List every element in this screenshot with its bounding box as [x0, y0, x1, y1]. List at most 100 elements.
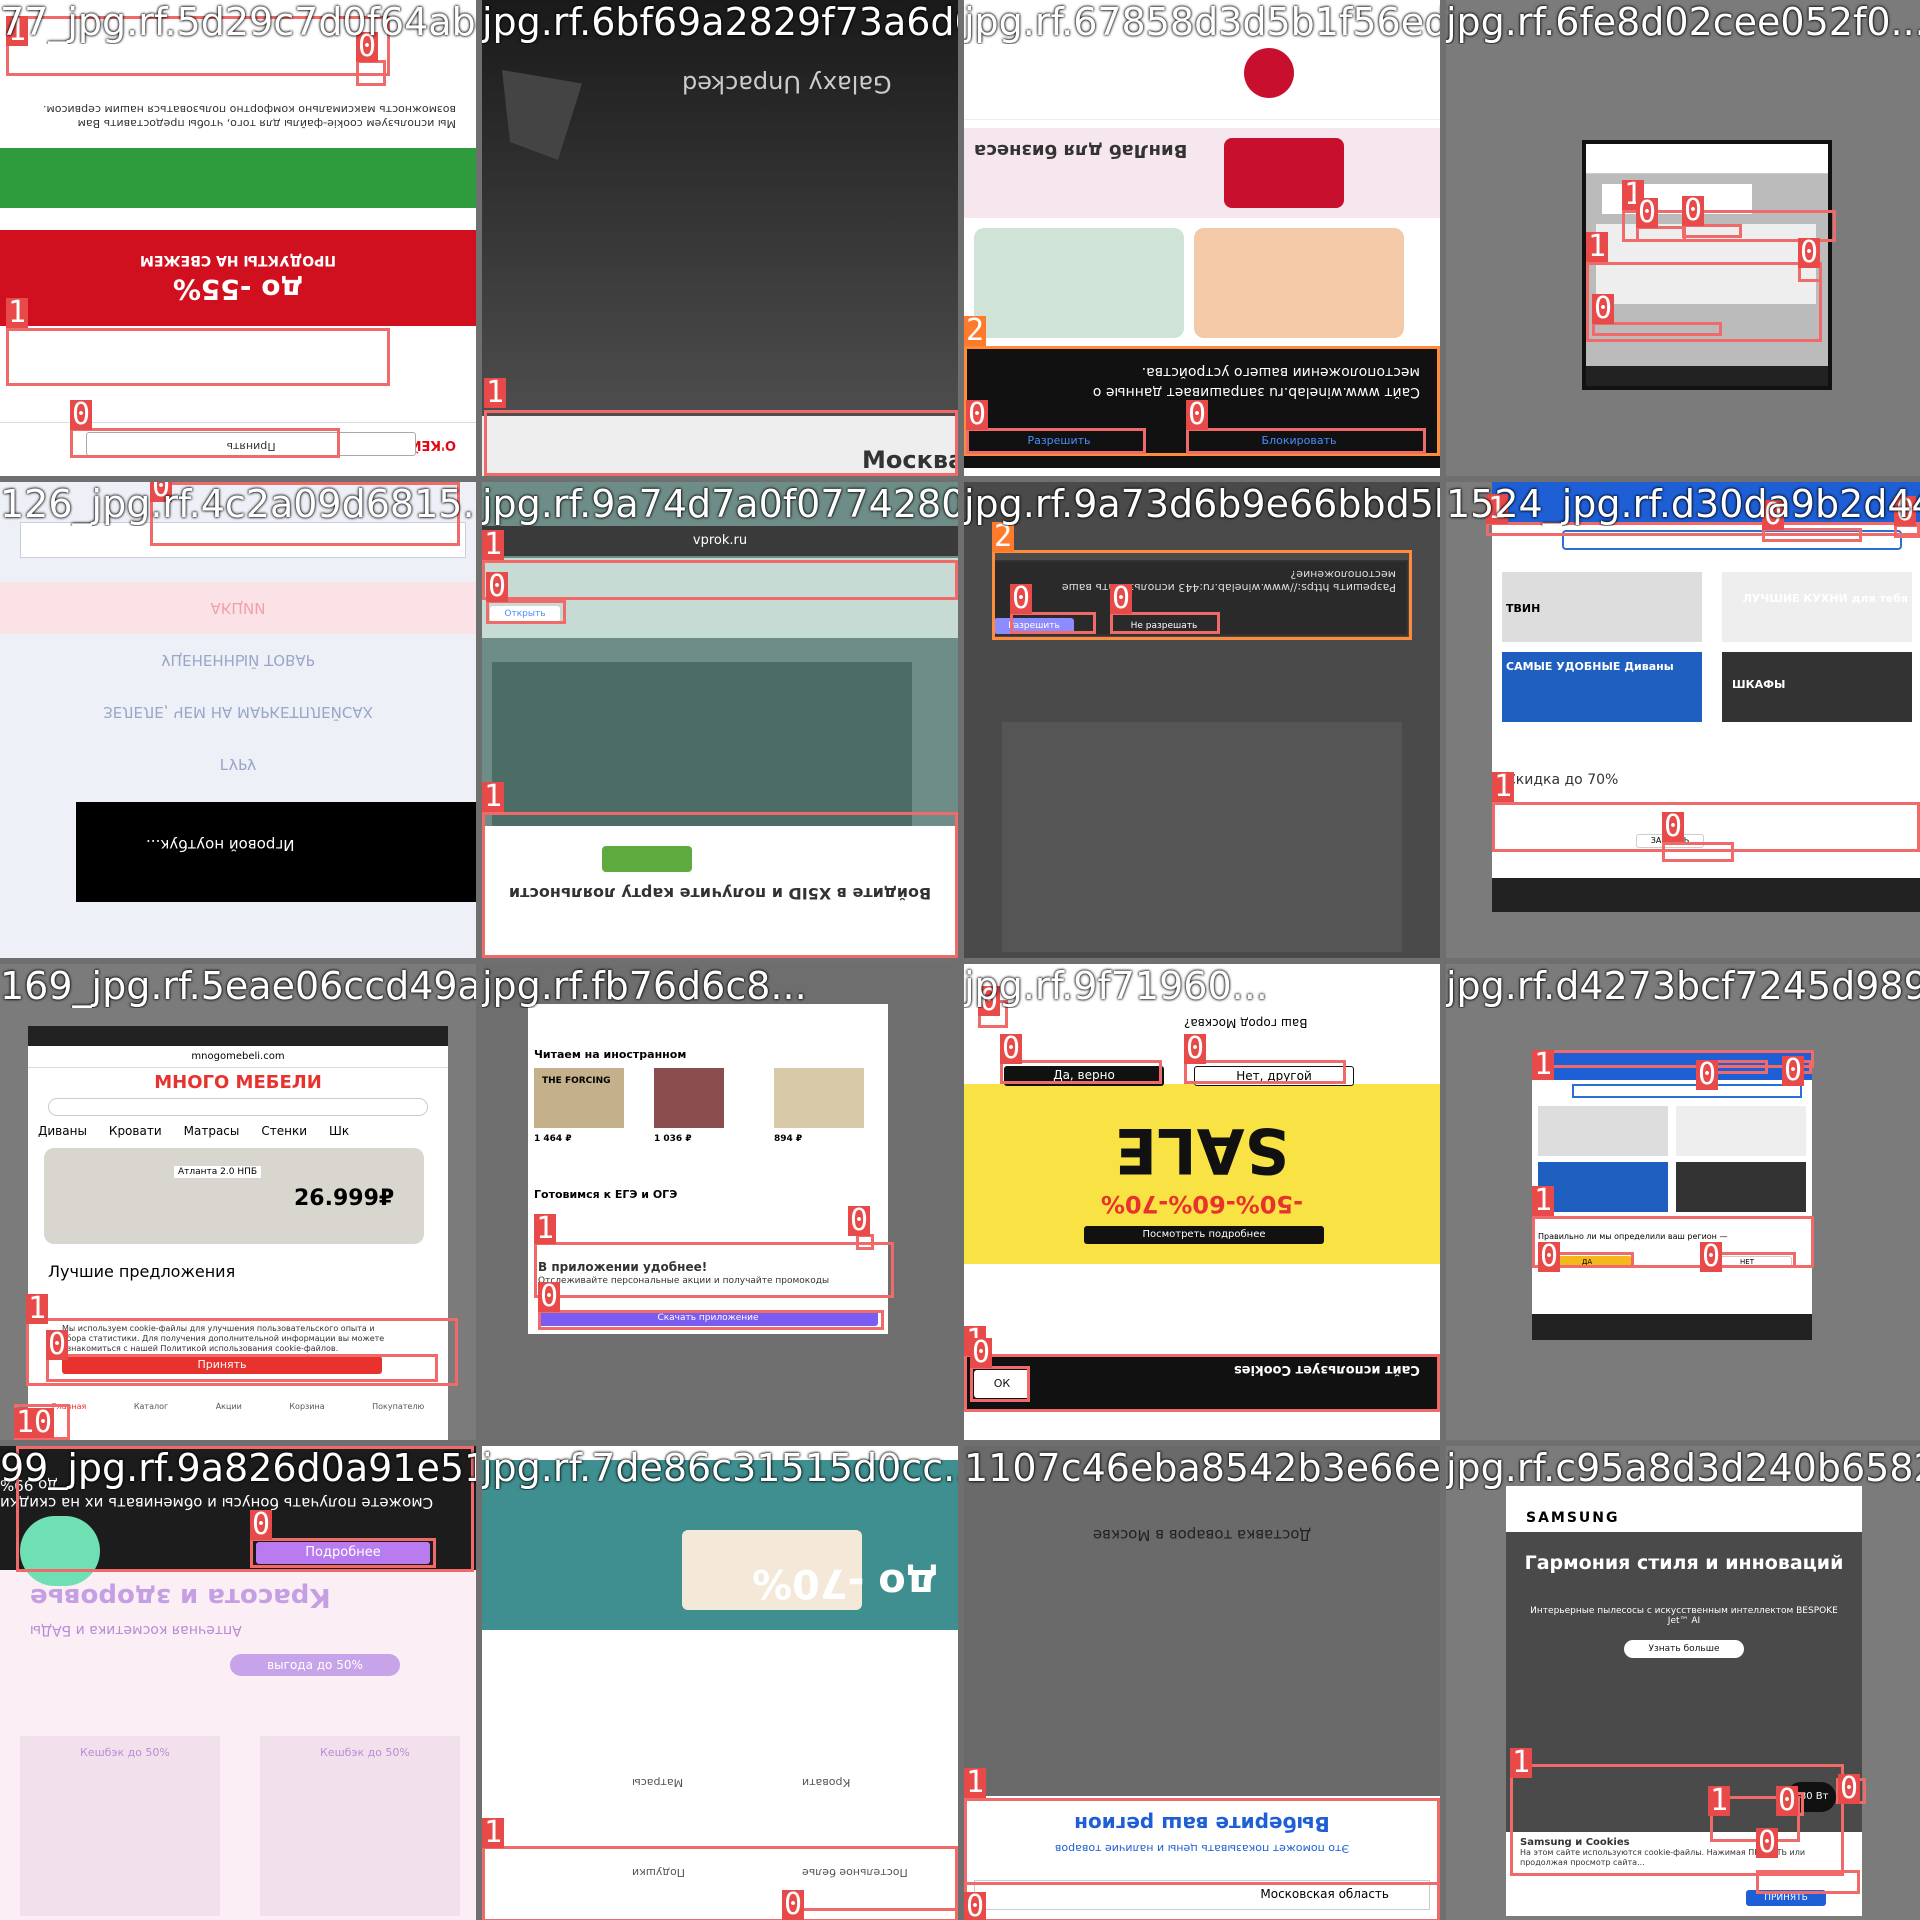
- cashback-label: Кешбэк до 50%: [80, 1746, 170, 1759]
- brands-row: [964, 1264, 1440, 1364]
- tab-item[interactable]: Покупателю: [372, 1402, 424, 1416]
- discount-badge: выгода до 50%: [230, 1654, 400, 1676]
- site-logo[interactable]: МНОГО МЕБЕЛИ: [28, 1072, 448, 1093]
- tile-11: Ваш город Москва? Да, верно Нет, другой …: [964, 964, 1440, 1440]
- book-title: THE FORCING: [542, 1076, 611, 1086]
- business-banner[interactable]: ВинЛаб для бизнеса: [964, 128, 1440, 218]
- tile-card[interactable]: [974, 228, 1184, 338]
- bbox: [1184, 1060, 1346, 1084]
- tile-card[interactable]: [1194, 228, 1404, 338]
- more-button[interactable]: Посмотреть подробнее: [1084, 1226, 1324, 1244]
- bbox-label: 0: [1592, 291, 1615, 326]
- tile-5-screen: ГУРУ ЗЕЛЕЛЕ, ЧЕМ НА МАРКЕТПЛЕЙСАХ УЦЕНЕН…: [0, 482, 476, 958]
- tile-4-name: jpg.rf.6fe8d02cee052f0...: [1446, 0, 1920, 44]
- search-input[interactable]: [48, 1098, 428, 1116]
- tile-2-screen: Galaxy Unpacked Москва: [482, 0, 958, 476]
- bbox-label: 1: [1532, 1047, 1555, 1082]
- learn-more-button[interactable]: Узнать больше: [1624, 1640, 1744, 1658]
- bbox-label: 0: [1662, 809, 1685, 844]
- book-cover[interactable]: [654, 1068, 724, 1128]
- nav-item[interactable]: Стенки: [261, 1124, 307, 1138]
- bbox: [538, 1310, 884, 1330]
- url-bar[interactable]: vprok.ru: [482, 526, 958, 556]
- tile-12: Правильно ли мы определили ваш регион — …: [1446, 964, 1920, 1440]
- menu-item[interactable]: ЗЕЛЕЛЕ, ЧЕМ НА МАРКЕТПЛЕЙСАХ: [0, 686, 476, 738]
- delivery-banner[interactable]: [0, 148, 476, 208]
- okey-brand: О'КЕЙ: [410, 437, 456, 452]
- cashback-label: Кешбэк до 50%: [320, 1746, 410, 1759]
- tab-item[interactable]: Корзина: [289, 1402, 324, 1416]
- tile-1-name: 77_jpg.rf.5d29c7d0f64ab4b6823...: [0, 0, 476, 44]
- promo-banner[interactable]: до -55% ПРОДУКТЫ НА СВЕЖЕМ: [0, 230, 476, 326]
- category-label[interactable]: Матрасы: [632, 1776, 683, 1789]
- product-card[interactable]: Кешбэк до 50%: [20, 1736, 220, 1916]
- tile-8-name: 1524_jpg.rf.d30da9b2d443507...: [1446, 482, 1920, 526]
- nav-item[interactable]: Матрасы: [184, 1124, 240, 1138]
- bbox-label: 0: [250, 1507, 273, 1542]
- nav-item[interactable]: Шк: [329, 1124, 349, 1138]
- personal-price-icon[interactable]: [1244, 48, 1294, 98]
- screenshot-mosaic: О'КЕЙ до -55% ПРОДУКТЫ НА СВЕЖЕМ Мы испо…: [0, 0, 1920, 1920]
- nav-item[interactable]: Диваны: [38, 1124, 87, 1138]
- tile-8: ТВИН ЛУЧШИЕ КУХНИ для тебя САМЫЕ УДОБНЫЕ…: [1446, 482, 1920, 958]
- tile-16-name: jpg.rf.c95a8d3d240b6582...: [1446, 1446, 1920, 1490]
- url-bar[interactable]: mnogomebeli.com: [28, 1046, 448, 1068]
- bbox-label: 0: [1010, 581, 1033, 616]
- promo-tile[interactable]: ШКАФЫ: [1722, 652, 1912, 722]
- bbox-label: 0: [1110, 581, 1133, 616]
- menu-list: ГУРУ ЗЕЛЕЛЕ, ЧЕМ НА МАРКЕТПЛЕЙСАХ УЦЕНЕН…: [0, 582, 476, 790]
- promo-tile[interactable]: [1676, 1106, 1806, 1156]
- android-nav: [1492, 878, 1920, 912]
- menu-item[interactable]: УЦЕНЕННЫЙ ТОВАР: [0, 634, 476, 686]
- bbox-label: 0: [538, 1279, 561, 1314]
- bbox-label: 0: [1696, 1057, 1719, 1092]
- search-input[interactable]: [1572, 1084, 1802, 1098]
- tile-11-name: jpg.rf.9f71960...: [964, 964, 1268, 1008]
- tile-14: до -70% Матрасы Кровати Подушки Постельн…: [482, 1446, 958, 1920]
- video-thumbnail[interactable]: Игровой ноутбук...: [76, 802, 476, 902]
- bbox-label: 0: [782, 1887, 805, 1920]
- promo-tile[interactable]: [1538, 1106, 1668, 1156]
- bbox: [1662, 842, 1734, 862]
- bbox: [534, 1242, 894, 1298]
- book-cover[interactable]: [774, 1068, 864, 1128]
- promo-tile[interactable]: [1676, 1162, 1806, 1212]
- section-title: Красота и здоровье: [30, 1582, 331, 1612]
- samsung-logo[interactable]: SAMSUNG: [1526, 1510, 1620, 1526]
- promo-label: ШКАФЫ: [1732, 678, 1786, 691]
- category-label[interactable]: Кровати: [802, 1776, 850, 1789]
- bbox-label: 1: [484, 375, 507, 410]
- hero-headline: Гармония стиля и инноваций: [1524, 1552, 1844, 1574]
- nav-item[interactable]: Кровати: [109, 1124, 162, 1138]
- bbox-label: 1: [1586, 229, 1609, 264]
- promo-banner[interactable]: Атланта 2.0 НПБ 26.999₽: [44, 1148, 424, 1244]
- bbox: [970, 1366, 1030, 1402]
- promo-tile[interactable]: ЛУЧШИЕ КУХНИ для тебя: [1722, 572, 1912, 642]
- book-cover[interactable]: THE FORCING: [534, 1068, 624, 1128]
- sale-title: SALE: [1114, 1114, 1290, 1187]
- tile-12-name: jpg.rf.d4273bcf7245d9891bcb54...: [1446, 964, 1920, 1008]
- android-nav: [1532, 1314, 1812, 1340]
- bbox-label: 1: [6, 295, 29, 330]
- tab-item[interactable]: Каталог: [134, 1402, 168, 1416]
- tiles-grid: [974, 228, 1414, 348]
- hero-sub: Интерьерные пылесосы с искусственным инт…: [1530, 1606, 1838, 1626]
- bbox-label: 0: [1838, 1771, 1861, 1806]
- product-card[interactable]: Кешбэк до 50%: [260, 1736, 460, 1916]
- tile-10: Читаем на иностранном THE FORCING 1 464 …: [482, 964, 958, 1440]
- menu-item[interactable]: АКЦИИ: [0, 582, 476, 634]
- bbox-label: 0: [46, 1327, 69, 1362]
- menu-item[interactable]: ГУРУ: [0, 738, 476, 790]
- promo-tile[interactable]: [1538, 1162, 1668, 1212]
- promo-label: ТВИН: [1506, 602, 1541, 615]
- tab-item[interactable]: Акции: [216, 1402, 242, 1416]
- promo-label: САМЫЕ УДОБНЫЕ Диваны: [1506, 660, 1674, 673]
- promo-tile[interactable]: ТВИН: [1502, 572, 1702, 642]
- promo-tile[interactable]: САМЫЕ УДОБНЫЕ Диваны: [1502, 652, 1702, 722]
- bbox: [250, 1538, 436, 1568]
- bbox: [482, 812, 958, 958]
- bbox: [46, 1354, 438, 1382]
- tile-15: Доставка товаров в Москве Выберите ваш р…: [964, 1446, 1440, 1920]
- bbox-label: 0: [970, 1335, 993, 1370]
- promo-price: 26.999₽: [294, 1186, 395, 1211]
